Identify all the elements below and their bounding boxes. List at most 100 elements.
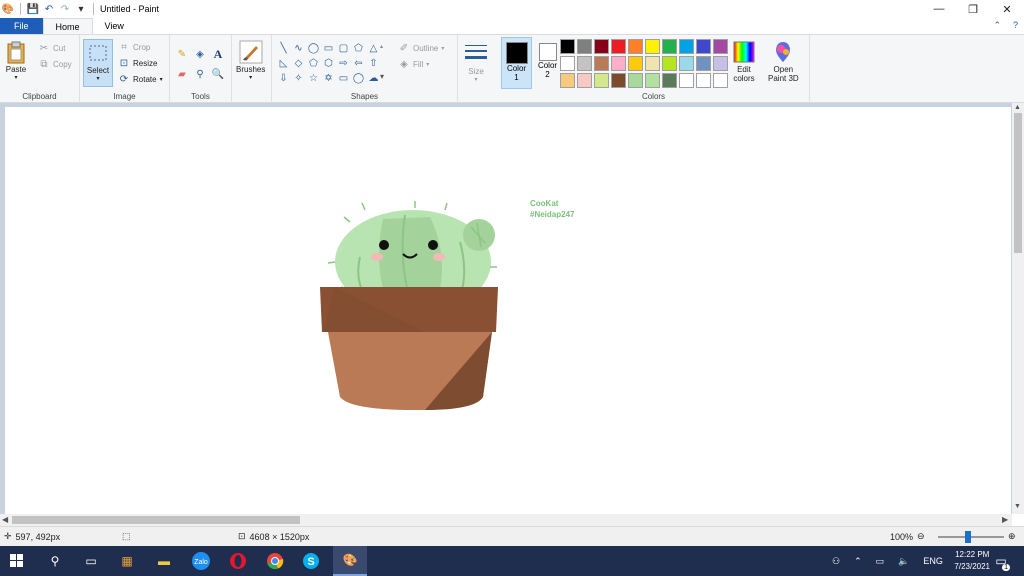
scroll-down-icon[interactable]: ▼: [1014, 503, 1021, 510]
store-icon[interactable]: ▦: [116, 551, 138, 571]
copy-button[interactable]: ⧉ Copy: [38, 57, 71, 71]
five-point-star-shape-icon[interactable]: ☆: [306, 71, 321, 86]
polygon-shape-icon[interactable]: ⬠: [351, 41, 366, 56]
color-swatch[interactable]: [696, 73, 711, 88]
color-swatch[interactable]: [611, 73, 626, 88]
skype-icon[interactable]: S: [300, 551, 322, 571]
show-hidden-icons[interactable]: ⌃: [854, 556, 862, 567]
collapse-ribbon-icon[interactable]: ⌃: [993, 20, 1001, 31]
fill-button[interactable]: ◈ Fill ▾: [398, 57, 429, 71]
notification-icon[interactable]: ▭ 1: [990, 551, 1012, 571]
undo-icon[interactable]: ↶: [43, 3, 55, 15]
redo-icon[interactable]: ↷: [59, 3, 71, 15]
search-icon[interactable]: ⚲: [44, 551, 66, 571]
color-swatch[interactable]: [696, 56, 711, 71]
eraser-tool[interactable]: ▰: [176, 67, 188, 81]
restore-icon[interactable]: ❐: [956, 0, 990, 18]
color-swatch[interactable]: [628, 73, 643, 88]
pentagon-shape-icon[interactable]: ⬠: [306, 56, 321, 71]
color-picker-tool[interactable]: ⚲: [194, 67, 206, 81]
color-swatch[interactable]: [713, 39, 728, 54]
scroll-up-icon[interactable]: ▲: [1014, 104, 1021, 111]
drawing-canvas[interactable]: CooKat #Neidap247: [5, 107, 1011, 514]
close-icon[interactable]: ✕: [990, 0, 1024, 18]
battery-icon[interactable]: ▭: [876, 556, 885, 567]
color-swatch[interactable]: [679, 39, 694, 54]
color-swatch[interactable]: [713, 73, 728, 88]
color-swatch[interactable]: [577, 73, 592, 88]
color-swatch[interactable]: [662, 39, 677, 54]
color-swatch[interactable]: [594, 73, 609, 88]
tab-file[interactable]: File: [0, 18, 43, 34]
text-tool[interactable]: A: [212, 47, 224, 61]
vertical-scrollbar[interactable]: ▲ ▼: [1012, 103, 1024, 514]
color-swatch[interactable]: [560, 56, 575, 71]
tab-home[interactable]: Home: [42, 18, 93, 34]
zoom-slider-thumb[interactable]: [965, 531, 971, 543]
pencil-tool[interactable]: ✎: [176, 47, 188, 61]
save-icon[interactable]: 💾: [27, 3, 39, 15]
right-triangle-shape-icon[interactable]: ◺: [276, 56, 291, 71]
color-swatch[interactable]: [628, 39, 643, 54]
oval-callout-shape-icon[interactable]: ◯: [351, 71, 366, 86]
color-swatch[interactable]: [645, 73, 660, 88]
clock[interactable]: 12:22 PM 7/23/2021: [954, 549, 990, 573]
shapes-scroll-up[interactable]: ▴: [380, 39, 383, 53]
magnifier-tool[interactable]: 🔍: [212, 67, 224, 81]
triangle-shape-icon[interactable]: △: [366, 41, 381, 56]
resize-button[interactable]: ⊡ Resize: [118, 56, 158, 70]
rectangle-shape-icon[interactable]: ▭: [321, 41, 336, 56]
cloud-callout-shape-icon[interactable]: ☁: [366, 71, 381, 86]
help-icon[interactable]: ?: [1013, 20, 1018, 31]
open-paint3d-button[interactable]: Open Paint 3D: [768, 39, 799, 83]
curve-shape-icon[interactable]: ∿: [291, 41, 306, 56]
select-button[interactable]: Select ▾: [83, 39, 113, 87]
horizontal-scrollbar[interactable]: ◀ ▶: [0, 514, 1012, 526]
oval-shape-icon[interactable]: ◯: [306, 41, 321, 56]
color-swatch[interactable]: [577, 39, 592, 54]
language-indicator[interactable]: ENG: [923, 556, 943, 566]
color1-button[interactable]: Color 1: [501, 37, 532, 89]
diamond-shape-icon[interactable]: ◇: [291, 56, 306, 71]
rounded-rectangle-shape-icon[interactable]: ▢: [336, 41, 351, 56]
opera-icon[interactable]: [227, 551, 249, 571]
up-arrow-shape-icon[interactable]: ⇧: [366, 56, 381, 71]
color-swatch[interactable]: [577, 56, 592, 71]
left-arrow-shape-icon[interactable]: ⇦: [351, 56, 366, 71]
color-swatch[interactable]: [594, 39, 609, 54]
rect-callout-shape-icon[interactable]: ▭: [336, 71, 351, 86]
zoom-slider[interactable]: [938, 536, 1004, 538]
color-swatch[interactable]: [560, 73, 575, 88]
paint-app-icon[interactable]: 🎨: [2, 3, 14, 15]
color-swatch[interactable]: [560, 39, 575, 54]
color-swatch[interactable]: [611, 39, 626, 54]
size-button[interactable]: Size ▾: [464, 41, 488, 83]
scroll-left-icon[interactable]: ◀: [2, 515, 8, 524]
customize-icon[interactable]: ▾: [75, 3, 87, 15]
color-swatch[interactable]: [645, 56, 660, 71]
people-icon[interactable]: ⚇: [832, 556, 840, 567]
color-swatch[interactable]: [713, 56, 728, 71]
zalo-icon[interactable]: Zalo: [190, 551, 212, 571]
brushes-button[interactable]: Brushes ▾: [236, 39, 265, 81]
zoom-in-icon[interactable]: ⊕: [1008, 531, 1016, 542]
color-swatch[interactable]: [679, 56, 694, 71]
fill-tool[interactable]: ◈: [194, 47, 206, 61]
horizontal-scroll-thumb[interactable]: [12, 516, 300, 524]
shapes-expand[interactable]: ▾: [380, 69, 384, 83]
hexagon-shape-icon[interactable]: ⬡: [321, 56, 336, 71]
color-swatch[interactable]: [645, 39, 660, 54]
down-arrow-shape-icon[interactable]: ⇩: [276, 71, 291, 86]
paste-button[interactable]: Paste ▾: [4, 39, 28, 81]
vertical-scroll-thumb[interactable]: [1014, 113, 1022, 253]
color-swatch[interactable]: [611, 56, 626, 71]
six-point-star-shape-icon[interactable]: ✡: [321, 71, 336, 86]
four-point-star-shape-icon[interactable]: ✧: [291, 71, 306, 86]
minimize-icon[interactable]: —: [922, 0, 956, 18]
color-swatch[interactable]: [696, 39, 711, 54]
line-shape-icon[interactable]: ╲: [276, 41, 291, 56]
paint-taskbar-icon[interactable]: 🎨: [333, 546, 367, 576]
chrome-icon[interactable]: [264, 551, 286, 571]
crop-button[interactable]: ⌗ Crop: [118, 40, 150, 54]
rotate-button[interactable]: ⟳ Rotate ▾: [118, 72, 163, 86]
